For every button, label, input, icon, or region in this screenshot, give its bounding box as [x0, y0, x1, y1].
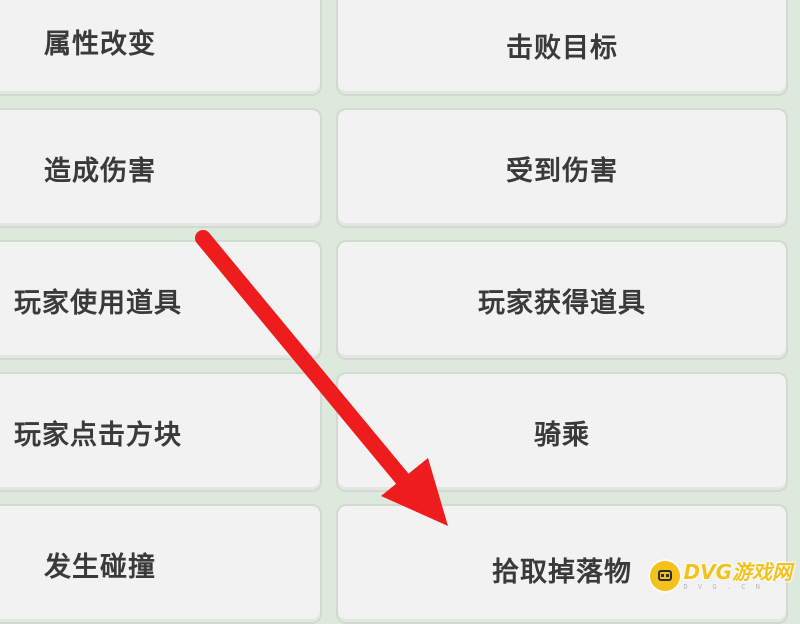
gamepad-logo-icon [649, 561, 680, 591]
player-use-item-label: 玩家使用道具 [14, 287, 182, 319]
pick-up-drop-label: 拾取掉落物 [492, 556, 632, 588]
ride-button[interactable]: 骑乘 [336, 372, 788, 492]
attribute-change-label: 属性改变 [44, 28, 156, 60]
defeat-target-button[interactable]: 击败目标 [336, 0, 788, 96]
player-click-block-label: 玩家点击方块 [14, 419, 182, 451]
player-click-block-button[interactable]: 玩家点击方块 [0, 372, 322, 492]
deal-damage-label: 造成伤害 [44, 155, 156, 187]
deal-damage-button[interactable]: 造成伤害 [0, 108, 322, 228]
ride-label: 骑乘 [534, 419, 590, 451]
receive-damage-label: 受到伤害 [506, 155, 618, 187]
player-obtain-item-label: 玩家获得道具 [478, 287, 646, 319]
attribute-change-button[interactable]: 属性改变 [0, 0, 322, 96]
site-watermark: DVG游戏网 D V G . C N [649, 559, 793, 591]
player-obtain-item-button[interactable]: 玩家获得道具 [336, 240, 788, 360]
watermark-subtitle: D V G . C N [683, 582, 763, 591]
receive-damage-button[interactable]: 受到伤害 [336, 108, 788, 228]
trigger-event-grid: 属性改变 击败目标 造成伤害 受到伤害 玩家使用道具 玩家获得道具 玩家点击方块… [0, 0, 800, 624]
defeat-target-label: 击败目标 [506, 32, 618, 64]
watermark-title: DVG游戏网 [683, 559, 793, 584]
player-use-item-button[interactable]: 玩家使用道具 [0, 240, 322, 360]
collision-occurs-label: 发生碰撞 [44, 551, 156, 583]
collision-occurs-button[interactable]: 发生碰撞 [0, 504, 322, 624]
